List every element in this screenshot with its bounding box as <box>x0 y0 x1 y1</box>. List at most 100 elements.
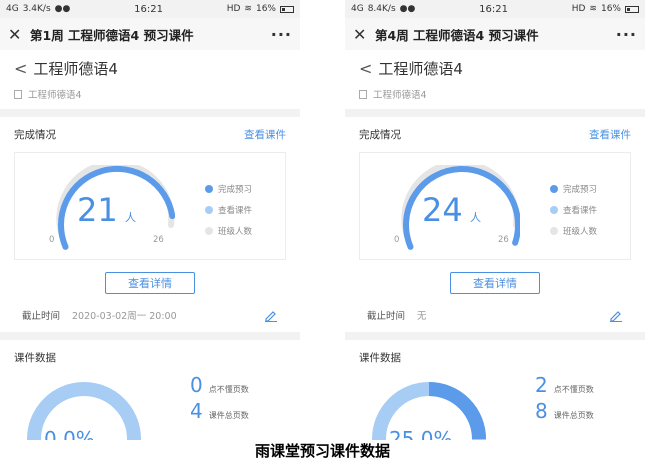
deadline-label: 截止时间 <box>367 311 406 322</box>
close-icon[interactable]: ✕ <box>353 25 375 44</box>
stat-number: 2 <box>535 373 548 397</box>
stat-label: 点不懂页数 <box>553 385 594 394</box>
completion-card: 21 人 0 26 完成预习 查看课件 班级人数 <box>14 152 286 260</box>
signal-icon: 4G <box>6 4 19 14</box>
course-subtitle: 工程师德语4 <box>28 90 82 101</box>
view-courseware-link[interactable]: 查看课件 <box>244 127 286 142</box>
clock: 16:21 <box>134 3 163 15</box>
count-unit: 人 <box>125 211 136 224</box>
course-subtitle-row: 工程师德语4 <box>359 87 631 101</box>
divider <box>0 109 300 117</box>
chevron-left-icon: < <box>14 59 28 78</box>
percent-value: 25.0% <box>389 427 453 440</box>
percent-value: 0.0% <box>44 427 95 440</box>
status-bar: 4G 3.4K/s ●● 16:21 HD ≋ 16% <box>0 0 300 18</box>
more-options-icon[interactable]: ··· <box>271 25 292 44</box>
course-subtitle: 工程师德语4 <box>373 90 427 101</box>
chevron-left-icon: < <box>359 59 373 78</box>
stat-label: 课件总页数 <box>553 411 594 420</box>
course-header: < 工程师德语4 工程师德语4 <box>0 50 300 109</box>
course-subtitle-row: 工程师德语4 <box>14 87 286 101</box>
edit-icon[interactable] <box>264 308 278 322</box>
battery-level: 16% <box>255 4 276 14</box>
window-title: 第1周 工程师德语4 预习课件 <box>30 27 194 43</box>
battery-level: 16% <box>600 4 621 14</box>
status-bar: 4G 8.4K/s ●● 16:21 HD ≋ 16% <box>345 0 645 18</box>
figure-caption: 雨课堂预习课件数据 <box>254 442 390 460</box>
legend-label: 查看课件 <box>563 206 598 216</box>
completion-header: 完成情况 查看课件 <box>0 117 300 152</box>
legend: 完成预习 查看课件 班级人数 <box>205 183 252 246</box>
stat-number: 8 <box>535 399 548 423</box>
gauge-max: 26 <box>498 235 509 245</box>
view-courseware-link[interactable]: 查看课件 <box>589 127 631 142</box>
document-icon <box>14 89 22 99</box>
chat-icon: ●● <box>54 4 71 14</box>
legend-dot-done <box>205 185 213 193</box>
view-details-button[interactable]: 查看详情 <box>450 272 540 294</box>
legend-item-total: 班级人数 <box>205 225 252 237</box>
document-icon <box>359 89 367 99</box>
more-options-icon[interactable]: ··· <box>616 25 637 44</box>
completion-title: 完成情况 <box>359 129 401 141</box>
legend-item-total: 班级人数 <box>550 225 597 237</box>
signal-icon: 4G <box>351 4 364 14</box>
completed-count: 24 <box>422 191 463 229</box>
courseware-data: 0.0% 0 点不懂页数 4 课件总页数 <box>0 373 300 440</box>
clock: 16:21 <box>479 3 508 15</box>
legend-label: 查看课件 <box>218 206 253 216</box>
title-bar: ✕ 第1周 工程师德语4 预习课件 ··· <box>0 18 300 50</box>
legend-label: 完成预习 <box>218 185 253 195</box>
courseware-data: 25.0% 2 点不懂页数 8 课件总页数 <box>345 373 645 440</box>
title-bar: ✕ 第4周 工程师德语4 预习课件 ··· <box>345 18 645 50</box>
stat-label: 课件总页数 <box>208 411 249 420</box>
back-button[interactable]: < 工程师德语4 <box>14 58 286 79</box>
course-title: 工程师德语4 <box>378 60 463 78</box>
legend-dot-viewed <box>205 206 213 214</box>
legend-label: 班级人数 <box>563 227 598 237</box>
legend-item-done: 完成预习 <box>205 183 252 195</box>
edit-icon[interactable] <box>609 308 623 322</box>
legend-dot-viewed <box>550 206 558 214</box>
stat-number: 4 <box>190 399 203 423</box>
legend: 完成预习 查看课件 班级人数 <box>550 183 597 246</box>
legend-dot-done <box>550 185 558 193</box>
completion-gauge: 24 人 0 26 <box>380 165 520 255</box>
view-details-button[interactable]: 查看详情 <box>105 272 195 294</box>
hd-icon: HD <box>571 4 586 14</box>
close-icon[interactable]: ✕ <box>8 25 30 44</box>
legend-dot-total <box>205 227 213 235</box>
wifi-icon: ≋ <box>244 4 252 14</box>
courseware-data-title: 课件数据 <box>359 352 401 364</box>
completed-count: 21 <box>77 191 118 229</box>
window-title: 第4周 工程师德语4 预习课件 <box>375 27 539 43</box>
phone-screen-week4: 4G 8.4K/s ●● 16:21 HD ≋ 16% ✕ 第4周 工程师德语4… <box>345 0 645 440</box>
hd-icon: HD <box>226 4 241 14</box>
gauge-min: 0 <box>394 235 400 245</box>
stat-total-pages: 4 课件总页数 <box>190 399 249 423</box>
course-title: 工程师德语4 <box>33 60 118 78</box>
completion-card: 24 人 0 26 完成预习 查看课件 班级人数 <box>359 152 631 260</box>
stat-label: 点不懂页数 <box>208 385 249 394</box>
completion-gauge: 21 人 0 26 <box>35 165 175 255</box>
chat-icon: ●● <box>399 4 416 14</box>
divider <box>345 109 645 117</box>
back-button[interactable]: < 工程师德语4 <box>359 58 631 79</box>
stat-number: 0 <box>190 373 203 397</box>
legend-item-viewed: 查看课件 <box>550 204 597 216</box>
wifi-icon: ≋ <box>589 4 597 14</box>
battery-icon <box>624 5 639 13</box>
deadline-row: 截止时间 无 <box>345 294 645 332</box>
deadline-value: 无 <box>417 311 427 322</box>
legend-label: 班级人数 <box>218 227 253 237</box>
completion-title: 完成情况 <box>14 129 56 141</box>
deadline-label: 截止时间 <box>22 311 61 322</box>
gauge-min: 0 <box>49 235 55 245</box>
legend-item-viewed: 查看课件 <box>205 204 252 216</box>
completion-header: 完成情况 查看课件 <box>345 117 645 152</box>
battery-icon <box>279 5 294 13</box>
gauge-max: 26 <box>153 235 164 245</box>
phone-screen-week1: 4G 3.4K/s ●● 16:21 HD ≋ 16% ✕ 第1周 工程师德语4… <box>0 0 300 440</box>
stat-total-pages: 8 课件总页数 <box>535 399 594 423</box>
divider <box>345 332 645 340</box>
